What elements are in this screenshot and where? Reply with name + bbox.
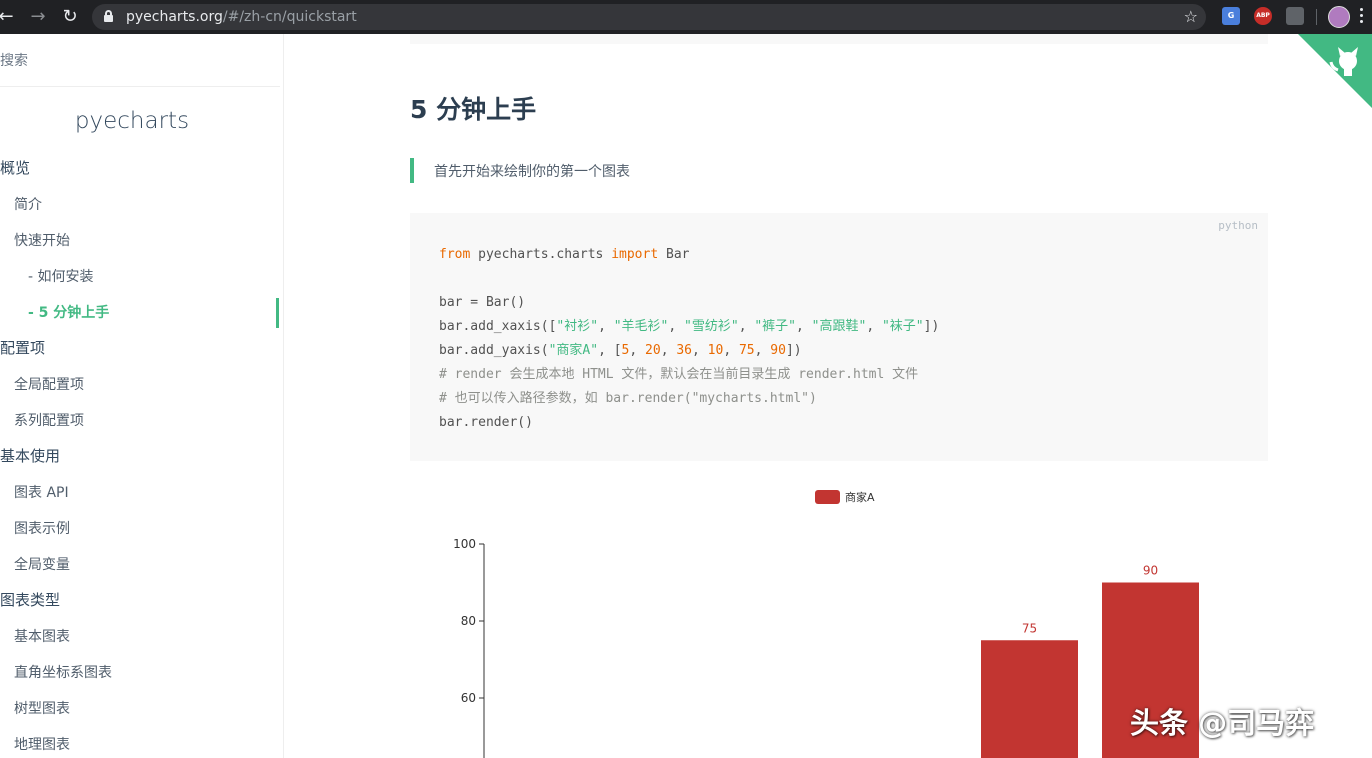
- sidebar-section-basic-usage[interactable]: 基本使用: [0, 446, 60, 466]
- bar-data-label: 75: [1022, 621, 1037, 635]
- bar-chart-svg: 商家A 100 80 60 75 90: [453, 490, 1199, 758]
- legend-swatch: [815, 490, 840, 504]
- code-content[interactable]: from pyecharts.charts import Bar bar = B…: [439, 243, 939, 435]
- adblock-extension-icon[interactable]: ABP: [1254, 7, 1272, 25]
- sidebar-item-series-options[interactable]: 系列配置项: [14, 411, 84, 431]
- extension-icon[interactable]: [1286, 7, 1304, 25]
- sidebar: pyecharts 概览 简介 快速开始 - 如何安装 - 5 分钟上手 配置项…: [0, 34, 284, 758]
- sidebar-item-geo-charts[interactable]: 地理图表: [14, 735, 70, 755]
- url-path: /#/zh-cn/quickstart: [222, 9, 357, 25]
- y-tick-label: 80: [461, 614, 476, 628]
- app-name[interactable]: pyecharts: [0, 108, 264, 134]
- active-item-indicator: [276, 298, 279, 328]
- bar-data-label: 90: [1143, 564, 1158, 578]
- back-arrow-icon[interactable]: ←: [0, 5, 18, 29]
- reload-icon[interactable]: ↻: [58, 5, 82, 29]
- sidebar-section-overview[interactable]: 概览: [0, 158, 30, 178]
- code-block: python from pyecharts.charts import Bar …: [410, 213, 1268, 461]
- watermark-text: 头条 @司马弈: [1130, 706, 1315, 740]
- code-language-label: python: [1218, 219, 1258, 232]
- blockquote: 首先开始来绘制你的第一个图表: [410, 158, 1268, 183]
- sidebar-item-five-minutes[interactable]: - 5 分钟上手: [28, 303, 109, 323]
- forward-arrow-icon[interactable]: →: [26, 5, 50, 29]
- bar-chart: 商家A 100 80 60 75 90: [434, 474, 1234, 758]
- previous-code-block-edge: [410, 34, 1268, 44]
- search-box: [0, 34, 280, 87]
- sidebar-item-global-options[interactable]: 全局配置项: [14, 375, 84, 395]
- bookmark-star-icon[interactable]: ☆: [1184, 7, 1198, 27]
- search-input[interactable]: [0, 50, 260, 72]
- sidebar-item-global-variables[interactable]: 全局变量: [14, 555, 70, 575]
- translate-extension-icon[interactable]: G: [1222, 7, 1240, 25]
- more-menu-icon[interactable]: [1360, 6, 1364, 26]
- sidebar-section-chart-types[interactable]: 图表类型: [0, 590, 60, 610]
- toolbar-divider: [1316, 9, 1317, 25]
- sidebar-item-chart-examples[interactable]: 图表示例: [14, 519, 70, 539]
- sidebar-item-install[interactable]: - 如何安装: [28, 267, 94, 287]
- quote-text: 首先开始来绘制你的第一个图表: [434, 164, 630, 180]
- sidebar-item-quickstart[interactable]: 快速开始: [14, 231, 70, 251]
- sidebar-item-cartesian-charts[interactable]: 直角坐标系图表: [14, 663, 112, 683]
- legend-label: 商家A: [845, 490, 875, 504]
- url-text[interactable]: pyecharts.org/#/zh-cn/quickstart: [126, 9, 357, 25]
- profile-avatar[interactable]: [1328, 6, 1350, 28]
- github-corner-icon[interactable]: [1298, 34, 1372, 108]
- bar-5: [981, 640, 1078, 758]
- page-title: 5 分钟上手: [410, 95, 537, 124]
- url-host: pyecharts.org: [126, 9, 223, 25]
- lock-icon: [104, 10, 113, 23]
- y-tick-label: 100: [453, 537, 476, 551]
- browser-toolbar: ← → ↻ pyecharts.org/#/zh-cn/quickstart ☆…: [0, 0, 1372, 34]
- sidebar-item-tree-charts[interactable]: 树型图表: [14, 699, 70, 719]
- address-bar[interactable]: pyecharts.org/#/zh-cn/quickstart ☆: [92, 4, 1206, 30]
- y-tick-label: 60: [461, 691, 476, 705]
- sidebar-item-intro[interactable]: 简介: [14, 195, 42, 215]
- sidebar-section-config[interactable]: 配置项: [0, 338, 45, 358]
- main-content: 5 分钟上手 首先开始来绘制你的第一个图表 python from pyecha…: [284, 34, 1372, 758]
- sidebar-item-basic-charts[interactable]: 基本图表: [14, 627, 70, 647]
- sidebar-item-chart-api[interactable]: 图表 API: [14, 483, 69, 503]
